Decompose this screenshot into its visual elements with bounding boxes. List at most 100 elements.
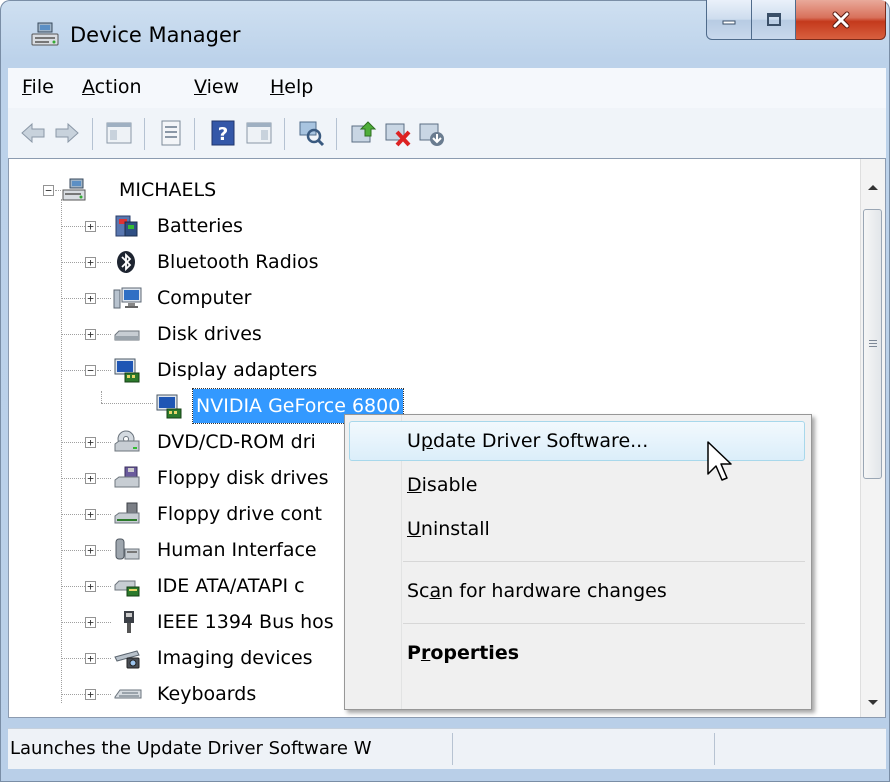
scroll-up-icon[interactable]	[861, 175, 885, 199]
tree-item-ide-ata-atapi-controllers[interactable]: + IDE ATA/ATAPI c	[9, 569, 349, 603]
help-icon[interactable]: ?	[208, 118, 238, 148]
ieee1394-icon	[124, 611, 134, 633]
tree-item-label: Floppy drive cont	[157, 503, 322, 525]
toolbar-separator	[336, 118, 337, 150]
tree-line	[97, 514, 111, 516]
tree-item-dvd-cd-rom-drives[interactable]: + DVD/CD-ROM dri	[9, 425, 349, 459]
tree-item-ieee-1394-bus-host-controllers[interactable]: + IEEE 1394 Bus hos	[9, 605, 349, 639]
expand-icon[interactable]: +	[85, 509, 96, 520]
tree-item-batteries[interactable]: + Batteries	[9, 209, 509, 243]
context-menu-separator	[403, 561, 805, 562]
tree-line	[61, 586, 85, 588]
expand-icon[interactable]: +	[85, 545, 96, 556]
minimize-button[interactable]	[706, 0, 752, 40]
status-separator	[452, 733, 453, 765]
title-bar[interactable]: Device Manager	[0, 0, 890, 68]
tree-item-keyboards[interactable]: + Keyboards	[9, 677, 349, 711]
menu-view-label: iew	[206, 76, 240, 98]
expand-icon[interactable]: +	[85, 221, 96, 232]
collapse-icon[interactable]: −	[85, 365, 96, 376]
scroll-down-icon[interactable]	[861, 691, 885, 715]
dvd-drive-icon	[114, 430, 140, 452]
menu-item-update-driver-software[interactable]: Update Driver Software...	[407, 421, 648, 461]
menu-item-uninstall[interactable]: Uninstall	[407, 509, 490, 549]
tree-line	[97, 478, 111, 480]
menu-item-accel: D	[407, 474, 422, 496]
menu-item-accel: U	[407, 518, 421, 540]
tree-item-label: Bluetooth Radios	[157, 251, 319, 273]
action-pane-icon[interactable]	[244, 118, 274, 148]
expand-icon[interactable]: +	[85, 329, 96, 340]
menu-action[interactable]: Action	[78, 74, 146, 100]
toolbar-separator	[284, 118, 285, 150]
expand-icon[interactable]: +	[85, 581, 96, 592]
tree-line	[61, 478, 85, 480]
tree-item-label: IEEE 1394 Bus hos	[157, 611, 334, 633]
tree-line	[61, 658, 85, 660]
expand-icon[interactable]: +	[85, 653, 96, 664]
tree-line	[97, 298, 111, 300]
display-adapter-icon	[114, 358, 140, 383]
tree-item-floppy-disk-drives[interactable]: + Floppy disk drives	[9, 461, 349, 495]
caption-buttons	[706, 0, 886, 42]
keyboard-icon	[114, 689, 142, 699]
forward-icon[interactable]	[52, 118, 82, 148]
tree-line	[61, 370, 85, 372]
tree-root[interactable]: − MICHAELS	[9, 173, 509, 207]
tree-item-label: Display adapters	[157, 359, 318, 381]
menu-action-accel: A	[82, 76, 95, 98]
menu-file[interactable]: File	[18, 74, 58, 100]
tree-line	[61, 694, 85, 696]
tree-item-human-interface-devices[interactable]: + Human Interface	[9, 533, 349, 567]
scroll-grip	[869, 346, 877, 347]
enable-icon[interactable]	[416, 118, 446, 148]
svg-text:?: ?	[218, 124, 228, 145]
tree-item-computer[interactable]: + Computer	[9, 281, 509, 315]
tree-line	[97, 334, 111, 336]
tree-line	[97, 586, 111, 588]
toolbar-separator	[194, 118, 195, 150]
vertical-scrollbar[interactable]	[860, 159, 885, 717]
expand-icon[interactable]: +	[85, 617, 96, 628]
menu-help-accel: H	[270, 76, 285, 98]
menu-item-scan-for-hardware-changes[interactable]: Scan for hardware changes	[407, 571, 667, 611]
expand-icon[interactable]: +	[85, 257, 96, 268]
properties-icon[interactable]	[156, 118, 186, 148]
minimize-icon	[722, 20, 736, 24]
menu-help[interactable]: Help	[266, 74, 317, 100]
collapse-icon[interactable]: −	[43, 185, 54, 196]
menu-view[interactable]: View	[190, 74, 243, 100]
display-adapter-icon	[156, 394, 182, 419]
close-button[interactable]	[796, 0, 886, 40]
menu-item-disable[interactable]: Disable	[407, 465, 478, 505]
tree-item-label: Imaging devices	[157, 647, 313, 669]
imaging-device-icon	[114, 650, 140, 669]
uninstall-icon[interactable]	[382, 118, 412, 148]
expand-icon[interactable]: +	[85, 689, 96, 700]
tree-item-bluetooth-radios[interactable]: + Bluetooth Radios	[9, 245, 509, 279]
bluetooth-icon	[117, 251, 135, 273]
computer-icon	[113, 287, 142, 309]
expand-icon[interactable]: +	[85, 293, 96, 304]
scrollbar-thumb[interactable]	[863, 209, 882, 479]
tree-item-display-adapters[interactable]: − Display adapters	[9, 353, 509, 387]
floppy-controller-icon	[114, 502, 140, 524]
expand-icon[interactable]: +	[85, 437, 96, 448]
tree-item-label: DVD/CD-ROM dri	[157, 431, 316, 453]
back-icon[interactable]	[18, 118, 48, 148]
tree-line	[61, 262, 85, 264]
tree-line	[97, 694, 111, 696]
tree-item-imaging-devices[interactable]: + Imaging devices	[9, 641, 349, 675]
menu-item-properties[interactable]: Properties	[407, 633, 519, 673]
tree-item-floppy-drive-controllers[interactable]: + Floppy drive cont	[9, 497, 349, 531]
maximize-button[interactable]	[752, 0, 796, 40]
menu-item-text: P	[407, 642, 421, 664]
battery-icon	[115, 215, 138, 237]
update-driver-icon[interactable]	[348, 118, 378, 148]
show-hide-console-tree-icon[interactable]	[104, 118, 134, 148]
expand-icon[interactable]: +	[85, 473, 96, 484]
floppy-drive-icon	[114, 466, 140, 488]
toolbar-separator	[92, 118, 93, 150]
scan-hardware-icon[interactable]	[296, 118, 326, 148]
tree-item-disk-drives[interactable]: + Disk drives	[9, 317, 509, 351]
